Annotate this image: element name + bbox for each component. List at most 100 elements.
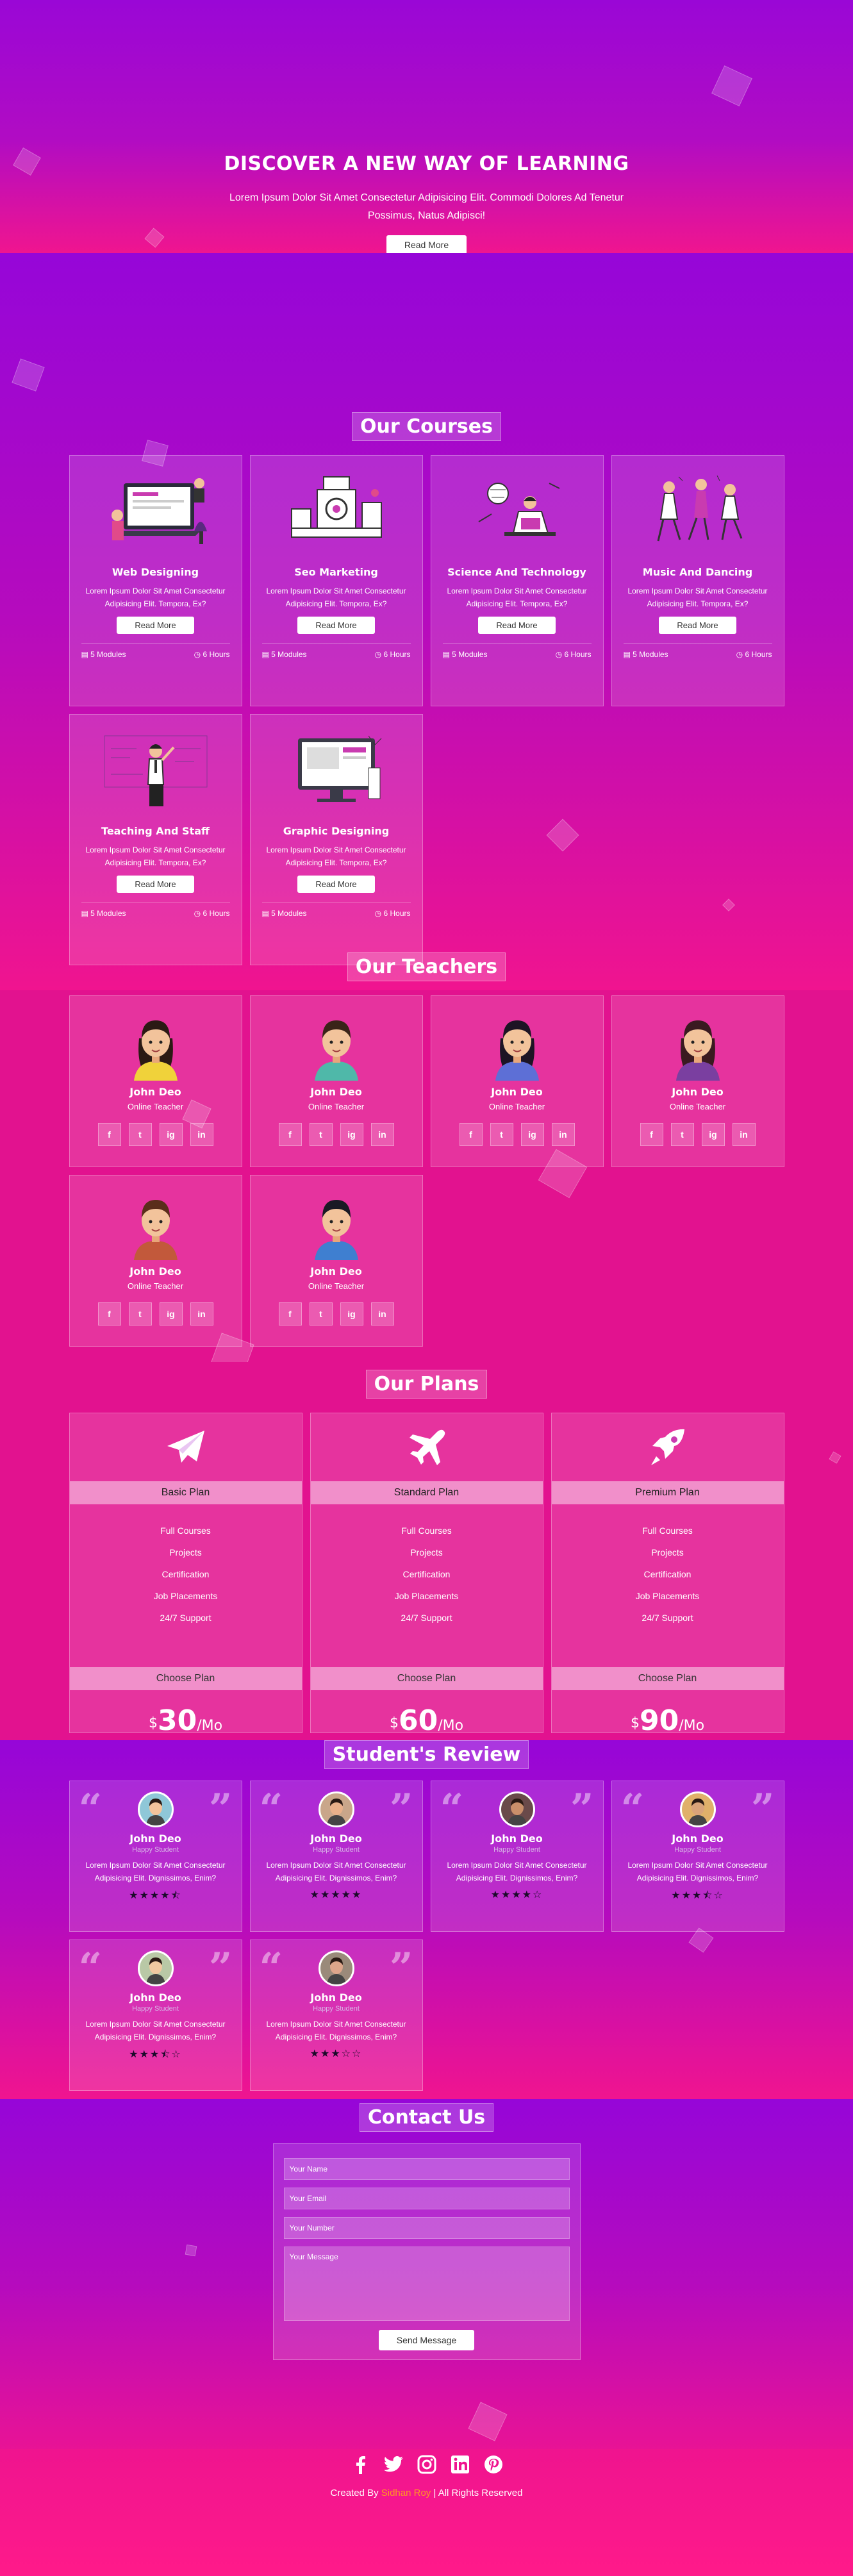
hours-info: ◷ 6 Hours [556, 650, 592, 659]
facebook-icon[interactable]: f [640, 1123, 663, 1146]
plan-features: Full Courses Projects Certification Job Pla… [70, 1504, 302, 1667]
plan-card: Basic Plan Full Courses Projects Certificat… [69, 1413, 302, 1737]
plan-name: Premium Plan [551, 1481, 784, 1504]
review-text: Lorem Ipsum Dolor Sit Amet Consectetur A… [85, 1861, 226, 1882]
contact-form: Send Message [272, 2143, 581, 2360]
plan-feature: 24/7 Support [401, 1613, 452, 1623]
hero-read-more-button[interactable]: Read More [386, 235, 467, 253]
instagram-icon[interactable]: ig [520, 1123, 544, 1146]
teacher-avatar [306, 1010, 367, 1081]
instagram-icon[interactable]: ig [159, 1302, 183, 1325]
clock-icon: ◷ [555, 650, 565, 659]
course-meta: ▤ 5 Modules ◷ 6 Hours [261, 643, 411, 659]
twitter-icon[interactable]: t [490, 1123, 513, 1146]
instagram-icon[interactable]: ig [159, 1123, 183, 1146]
course-card: Teaching And Staff Lorem Ipsum Dolor Sit … [69, 714, 242, 965]
review-card: “ ” John Deo Happy Student Lorem Ipsum Dolor… [69, 1940, 242, 2091]
course-read-more-button[interactable]: Read More [659, 617, 736, 634]
linkedin-icon[interactable]: in [370, 1123, 394, 1146]
linkedin-icon[interactable] [450, 2454, 470, 2475]
plan-feature: 24/7 Support [160, 1613, 211, 1623]
twitter-icon[interactable]: t [128, 1302, 152, 1325]
choose-plan-button[interactable]: Choose Plan [310, 1667, 543, 1690]
course-read-more-button[interactable]: Read More [297, 876, 375, 893]
instagram-icon[interactable]: ig [701, 1123, 725, 1146]
review-text: Lorem Ipsum Dolor Sit Amet Consectetur A… [266, 1861, 406, 1882]
modules-info: ▤ 5 Modules [443, 650, 488, 659]
contact-section: Contact Us Send Message [0, 2099, 853, 2475]
plan-feature: Job Placements [153, 1591, 218, 1601]
decor-square [185, 2244, 197, 2257]
teacher-card: John Deo Online Teacher f t ig in [430, 995, 604, 1167]
rocket-icon [552, 1413, 784, 1481]
facebook-icon[interactable]: f [97, 1302, 121, 1325]
course-read-more-button[interactable]: Read More [478, 617, 556, 634]
clock-icon: ◷ [194, 650, 203, 659]
linkedin-icon[interactable]: in [190, 1123, 213, 1146]
contact-heading: Contact Us [359, 2103, 494, 2132]
pinterest-icon[interactable] [483, 2454, 504, 2475]
course-read-more-button[interactable]: Read More [117, 617, 194, 634]
number-input[interactable] [283, 2217, 570, 2239]
modules-count: 5 Modules [90, 909, 126, 918]
teacher-name: John Deo [129, 1265, 181, 1277]
choose-plan-button[interactable]: Choose Plan [551, 1667, 784, 1690]
teacher-name: John Deo [310, 1086, 362, 1098]
linkedin-icon[interactable]: in [732, 1123, 756, 1146]
hours-info: ◷ 6 Hours [194, 909, 230, 918]
machine-illustration [262, 467, 411, 557]
quote-open-icon: “ [259, 1944, 283, 1992]
facebook-icon[interactable]: f [278, 1123, 302, 1146]
linkedin-icon[interactable]: in [551, 1123, 575, 1146]
clock-icon: ◷ [374, 650, 384, 659]
twitter-icon[interactable]: t [670, 1123, 694, 1146]
teacher-role: Online Teacher [488, 1102, 545, 1111]
course-card: Web Designing Lorem Ipsum Dolor Sit Amet … [69, 455, 242, 706]
twitter-icon[interactable]: t [128, 1123, 152, 1146]
airplane-icon [311, 1413, 543, 1481]
course-card: Music And Dancing Lorem Ipsum Dolor Sit A… [611, 455, 784, 706]
name-input[interactable] [283, 2158, 570, 2180]
twitter-icon[interactable] [383, 2454, 404, 2475]
linkedin-icon[interactable]: in [370, 1302, 394, 1325]
linkedin-icon[interactable]: in [190, 1302, 213, 1325]
plan-feature: Projects [169, 1547, 202, 1558]
quote-close-icon: ” [208, 1785, 233, 1833]
course-read-more-button[interactable]: Read More [117, 876, 194, 893]
course-read-more-button[interactable]: Read More [297, 617, 375, 634]
modules-count: 5 Modules [633, 650, 668, 659]
teacher-card: John Deo Online Teacher f t ig in [69, 995, 242, 1167]
twitter-icon[interactable]: t [309, 1123, 333, 1146]
twitter-icon[interactable]: t [309, 1302, 333, 1325]
teacher-avatar [306, 1190, 367, 1260]
quote-close-icon: ” [570, 1785, 594, 1833]
choose-plan-button[interactable]: Choose Plan [69, 1667, 302, 1690]
instagram-icon[interactable]: ig [340, 1123, 363, 1146]
facebook-icon[interactable]: f [459, 1123, 483, 1146]
book-icon: ▤ [81, 909, 91, 918]
instagram-icon[interactable] [417, 2454, 437, 2475]
credit-brand-link[interactable]: Sidhan Roy [381, 2488, 431, 2498]
student-name: John Deo [129, 1991, 181, 2004]
student-avatar [679, 1791, 716, 1827]
send-message-button[interactable]: Send Message [378, 2330, 475, 2350]
teacher-illustration [81, 726, 230, 816]
email-input[interactable] [283, 2188, 570, 2209]
plan-period: /Mo [438, 1718, 464, 1734]
course-meta: ▤ 5 Modules ◷ 6 Hours [623, 643, 772, 659]
facebook-icon[interactable]: f [278, 1302, 302, 1325]
star-rating: ★★★★⯪ [129, 1889, 182, 1901]
teacher-avatar [125, 1190, 186, 1260]
plan-feature: Job Placements [394, 1591, 459, 1601]
facebook-icon[interactable] [350, 2454, 370, 2475]
instagram-icon[interactable]: ig [340, 1302, 363, 1325]
facebook-icon[interactable]: f [97, 1123, 121, 1146]
reading-illustration [443, 467, 592, 557]
star-rating: ★★★★☆ [490, 1888, 543, 1900]
reviews-section: Student's Review “” John Deo Happy Student… [0, 1740, 853, 2099]
message-input[interactable] [283, 2247, 570, 2321]
decor-square [468, 2402, 508, 2441]
star-rating: ★★★★★ [310, 1888, 363, 1900]
quote-close-icon: ” [389, 1944, 413, 1992]
plan-feature: Full Courses [401, 1525, 452, 1536]
